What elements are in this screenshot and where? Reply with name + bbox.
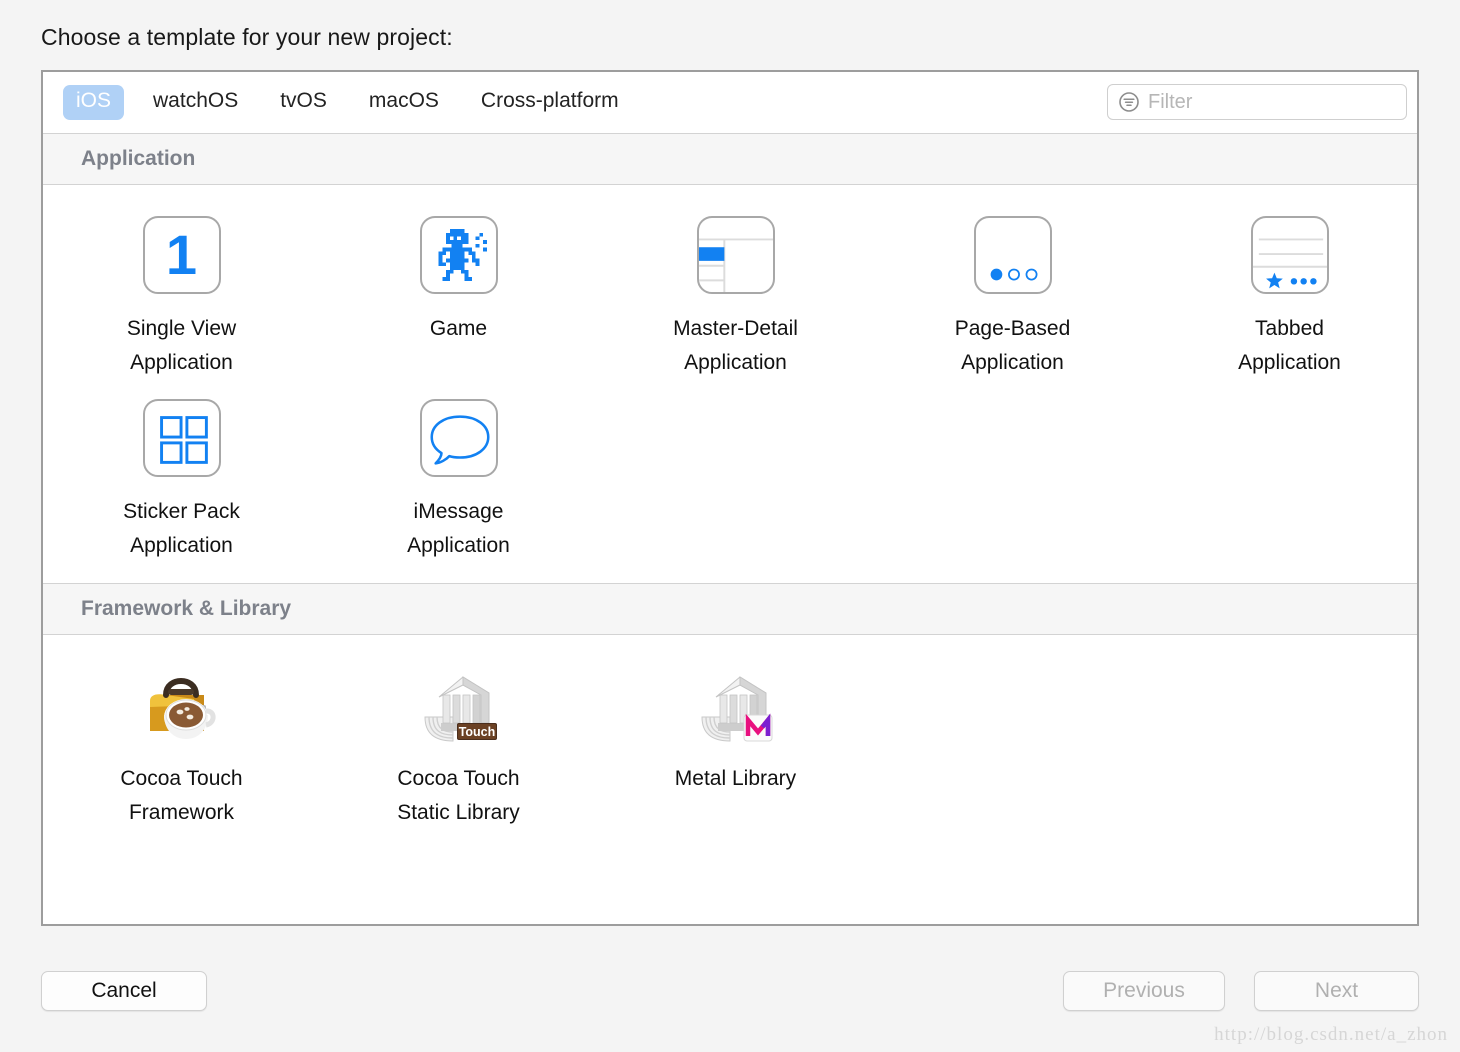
- template-tabbed-application[interactable]: Tabbed Application: [1151, 203, 1417, 386]
- template-page-based-application[interactable]: Page-Based Application: [874, 203, 1151, 386]
- template-label: Sticker Pack Application: [123, 500, 240, 558]
- toolbox-coffee-icon: [142, 665, 222, 745]
- tab-macos[interactable]: macOS: [356, 85, 452, 119]
- number-one-icon: 1: [142, 215, 222, 295]
- section-header-framework-library: Framework & Library: [43, 583, 1417, 636]
- template-row: Cocoa Touch Framework Touch Cocoa Touch …: [43, 653, 1417, 836]
- template-single-view-application[interactable]: 1 Single View Application: [43, 203, 320, 386]
- template-game[interactable]: Game: [320, 203, 597, 386]
- template-label: Cocoa Touch Static Library: [397, 767, 520, 825]
- template-row: Sticker Pack Application iMessage Applic…: [43, 386, 1417, 569]
- speech-bubble-icon: [419, 398, 499, 478]
- page-dots-icon: [973, 215, 1053, 295]
- template-cocoa-touch-static-library[interactable]: Touch Cocoa Touch Static Library: [320, 653, 597, 836]
- next-button[interactable]: Next: [1254, 971, 1419, 1011]
- tab-ios[interactable]: iOS: [63, 85, 125, 120]
- section-header-application: Application: [43, 133, 1417, 185]
- split-view-icon: [696, 215, 776, 295]
- template-label: Page-Based Application: [954, 317, 1071, 375]
- watermark-text: http://blog.csdn.net/a_zhon: [1214, 1024, 1448, 1045]
- template-label: iMessage Application: [407, 500, 510, 558]
- template-label: Master-Detail Application: [673, 317, 798, 375]
- template-chooser-panel: iOS watchOS tvOS macOS Cross-platform Fi…: [41, 70, 1419, 926]
- template-row: 1 Single View Application Game Master-De…: [43, 203, 1417, 386]
- template-cocoa-touch-framework[interactable]: Cocoa Touch Framework: [43, 653, 320, 836]
- svg-text:Touch: Touch: [458, 725, 495, 739]
- pixel-robot-icon: [419, 215, 499, 295]
- tab-tvos[interactable]: tvOS: [267, 85, 340, 119]
- library-metal-icon: [696, 665, 776, 745]
- page-title: Choose a template for your new project:: [41, 24, 453, 50]
- framework-template-grid: Cocoa Touch Framework Touch Cocoa Touch …: [43, 635, 1417, 851]
- template-label: Cocoa Touch Framework: [120, 767, 243, 825]
- template-label: Game: [429, 317, 488, 340]
- application-template-grid: 1 Single View Application Game Master-De…: [43, 185, 1417, 584]
- template-label: Single View Application: [126, 317, 237, 375]
- template-label: Metal Library: [674, 767, 797, 791]
- template-metal-library[interactable]: Metal Library: [597, 653, 874, 836]
- filter-circle-icon: [1118, 91, 1140, 113]
- tab-bar-icon: [1250, 215, 1330, 295]
- tab-watchos[interactable]: watchOS: [140, 85, 251, 119]
- filter-placeholder-text: Filter: [1148, 91, 1193, 113]
- template-sticker-pack-application[interactable]: Sticker Pack Application: [43, 386, 320, 569]
- library-touch-icon: Touch: [419, 665, 499, 745]
- platform-tab-bar: iOS watchOS tvOS macOS Cross-platform Fi…: [43, 72, 1417, 133]
- template-imessage-application[interactable]: iMessage Application: [320, 386, 597, 569]
- tab-cross-platform[interactable]: Cross-platform: [468, 85, 632, 119]
- cancel-button[interactable]: Cancel: [41, 971, 207, 1011]
- previous-button[interactable]: Previous: [1063, 971, 1225, 1011]
- template-label: Tabbed Application: [1238, 317, 1341, 375]
- four-squares-icon: [142, 398, 222, 478]
- template-master-detail-application[interactable]: Master-Detail Application: [597, 203, 874, 386]
- filter-input[interactable]: Filter: [1107, 84, 1407, 120]
